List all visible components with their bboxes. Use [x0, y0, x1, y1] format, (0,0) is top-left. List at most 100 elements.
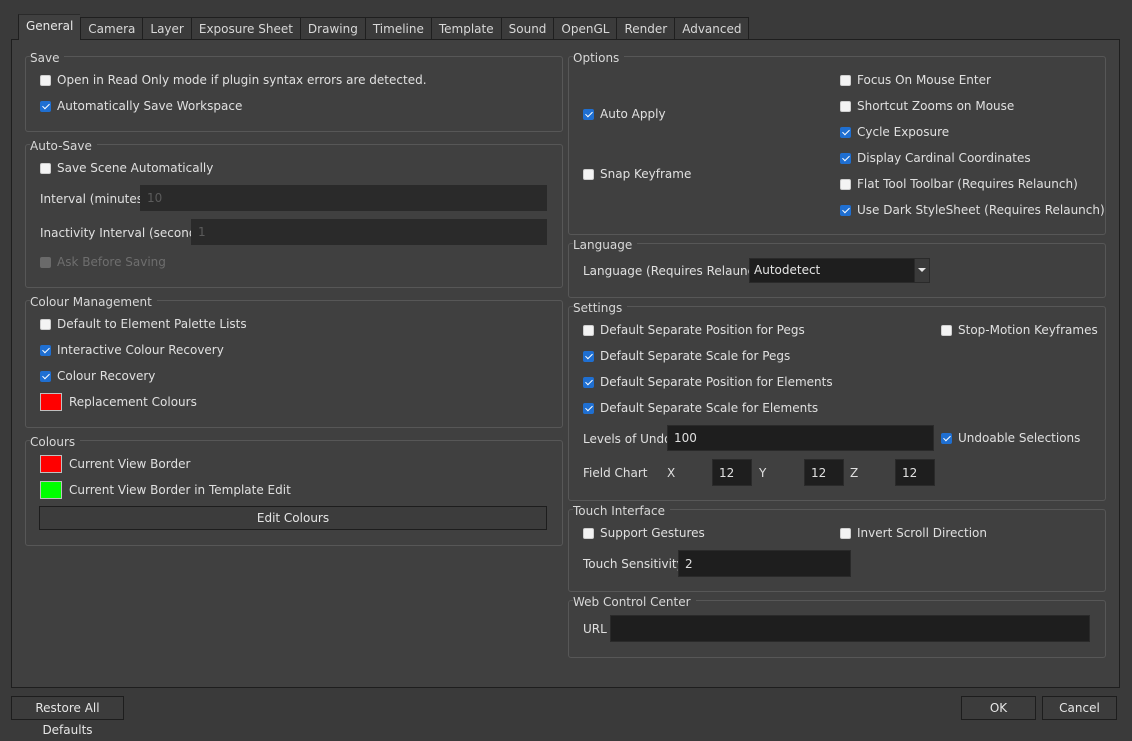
- shortcut-zooms-row[interactable]: Shortcut Zooms on Mouse: [840, 97, 1014, 115]
- sep-pos-pegs-row[interactable]: Default Separate Position for Pegs: [583, 321, 805, 339]
- tab-opengl[interactable]: OpenGL: [553, 17, 617, 40]
- tab-general[interactable]: General: [18, 14, 81, 40]
- stop-motion-label: Stop-Motion Keyframes: [958, 323, 1098, 337]
- tab-layer[interactable]: Layer: [142, 17, 191, 40]
- save-scene-auto-row[interactable]: Save Scene Automatically: [40, 159, 213, 177]
- sep-scale-pegs-checkbox[interactable]: [583, 350, 594, 362]
- tab-camera[interactable]: Camera: [80, 17, 143, 40]
- language-group-title: Language: [573, 238, 638, 252]
- auto-save-workspace-label: Automatically Save Workspace: [57, 99, 243, 113]
- auto-apply-row[interactable]: Auto Apply: [583, 105, 666, 123]
- field-chart-z-input[interactable]: [895, 459, 935, 486]
- auto-save-workspace-checkbox[interactable]: [40, 100, 51, 112]
- ask-before-saving-row[interactable]: Ask Before Saving: [40, 253, 166, 271]
- sep-scale-pegs-row[interactable]: Default Separate Scale for Pegs: [583, 347, 790, 365]
- restore-defaults-button[interactable]: Restore All Defaults: [11, 696, 124, 737]
- read-only-checkbox[interactable]: [40, 74, 51, 86]
- replacement-colour-swatch[interactable]: [40, 393, 62, 411]
- default-palette-label: Default to Element Palette Lists: [57, 317, 247, 331]
- ask-before-saving-checkbox[interactable]: [40, 256, 51, 268]
- save-group: [25, 56, 563, 132]
- interactive-recovery-row[interactable]: Interactive Colour Recovery: [40, 341, 224, 359]
- dark-stylesheet-checkbox[interactable]: [840, 204, 851, 216]
- cardinal-coordinates-label: Display Cardinal Coordinates: [857, 151, 1031, 165]
- ask-before-saving-label: Ask Before Saving: [57, 255, 166, 269]
- view-border-template-row: Current View Border in Template Edit: [40, 481, 291, 499]
- chevron-down-icon[interactable]: [914, 259, 929, 282]
- replacement-colours-row: Replacement Colours: [40, 393, 197, 411]
- sep-scale-elements-checkbox[interactable]: [583, 402, 594, 414]
- tab-advanced[interactable]: Advanced: [674, 17, 750, 40]
- colours-group-title: Colours: [30, 435, 81, 449]
- support-gestures-row[interactable]: Support Gestures: [583, 524, 705, 542]
- view-border-row: Current View Border: [40, 455, 190, 473]
- snap-keyframe-row[interactable]: Snap Keyframe: [583, 165, 691, 183]
- cancel-button[interactable]: Cancel: [1042, 696, 1117, 720]
- support-gestures-checkbox[interactable]: [583, 527, 594, 539]
- tab-sound[interactable]: Sound: [500, 17, 554, 40]
- flat-toolbar-checkbox[interactable]: [840, 178, 851, 190]
- default-palette-checkbox[interactable]: [40, 318, 51, 330]
- language-select[interactable]: Autodetect: [749, 258, 930, 283]
- interval-label: Interval (minutes): [40, 192, 148, 206]
- dark-stylesheet-row[interactable]: Use Dark StyleSheet (Requires Relaunch): [840, 201, 1105, 219]
- inactivity-interval-label: Inactivity Interval (seconds): [40, 226, 208, 240]
- levels-of-undo-input[interactable]: [667, 425, 934, 451]
- sep-pos-elements-checkbox[interactable]: [583, 376, 594, 388]
- ok-button[interactable]: OK: [961, 696, 1036, 720]
- cycle-exposure-checkbox[interactable]: [840, 126, 851, 138]
- sep-scale-elements-row[interactable]: Default Separate Scale for Elements: [583, 399, 818, 417]
- field-chart-z-label: Z: [850, 466, 859, 480]
- edit-colours-button[interactable]: Edit Colours: [39, 506, 547, 530]
- auto-apply-label: Auto Apply: [600, 107, 666, 121]
- inactivity-interval-input[interactable]: [191, 219, 547, 245]
- tab-timeline[interactable]: Timeline: [364, 17, 431, 40]
- focus-mouse-row[interactable]: Focus On Mouse Enter: [840, 71, 991, 89]
- sep-pos-elements-label: Default Separate Position for Elements: [600, 375, 833, 389]
- focus-mouse-label: Focus On Mouse Enter: [857, 73, 991, 87]
- read-only-checkbox-row[interactable]: Open in Read Only mode if plugin syntax …: [40, 71, 427, 89]
- colour-recovery-row[interactable]: Colour Recovery: [40, 367, 155, 385]
- tab-exposure-sheet[interactable]: Exposure Sheet: [190, 17, 300, 40]
- undoable-selections-row[interactable]: Undoable Selections: [941, 429, 1080, 447]
- cycle-exposure-row[interactable]: Cycle Exposure: [840, 123, 949, 141]
- snap-keyframe-checkbox[interactable]: [583, 168, 594, 180]
- field-chart-y-input[interactable]: [804, 459, 844, 486]
- invert-scroll-checkbox[interactable]: [840, 527, 851, 539]
- sep-pos-pegs-checkbox[interactable]: [583, 324, 594, 336]
- dark-stylesheet-label: Use Dark StyleSheet (Requires Relaunch): [857, 203, 1105, 217]
- default-palette-row[interactable]: Default to Element Palette Lists: [40, 315, 247, 333]
- shortcut-zooms-checkbox[interactable]: [840, 100, 851, 112]
- tab-bar: General Camera Layer Exposure Sheet Draw…: [18, 14, 750, 40]
- cardinal-coordinates-checkbox[interactable]: [840, 152, 851, 164]
- save-scene-auto-checkbox[interactable]: [40, 162, 51, 174]
- invert-scroll-row[interactable]: Invert Scroll Direction: [840, 524, 987, 542]
- tab-render[interactable]: Render: [616, 17, 675, 40]
- touch-sensitivity-input[interactable]: [678, 550, 851, 577]
- url-label: URL: [583, 622, 607, 636]
- colour-recovery-checkbox[interactable]: [40, 370, 51, 382]
- cycle-exposure-label: Cycle Exposure: [857, 125, 950, 139]
- save-scene-auto-label: Save Scene Automatically: [57, 161, 214, 175]
- sep-scale-pegs-label: Default Separate Scale for Pegs: [600, 349, 791, 363]
- field-chart-x-input[interactable]: [712, 459, 752, 486]
- interval-input[interactable]: [140, 185, 547, 211]
- url-input[interactable]: [610, 615, 1090, 642]
- view-border-template-swatch[interactable]: [40, 481, 62, 499]
- sep-pos-elements-row[interactable]: Default Separate Position for Elements: [583, 373, 833, 391]
- auto-save-workspace-row[interactable]: Automatically Save Workspace: [40, 97, 242, 115]
- colour-recovery-label: Colour Recovery: [57, 369, 156, 383]
- stop-motion-checkbox[interactable]: [941, 324, 952, 336]
- focus-mouse-checkbox[interactable]: [840, 74, 851, 86]
- cardinal-coordinates-row[interactable]: Display Cardinal Coordinates: [840, 149, 1031, 167]
- flat-toolbar-row[interactable]: Flat Tool Toolbar (Requires Relaunch): [840, 175, 1078, 193]
- touch-interface-title: Touch Interface: [573, 504, 670, 518]
- stop-motion-row[interactable]: Stop-Motion Keyframes: [941, 321, 1098, 339]
- levels-of-undo-label: Levels of Undo: [583, 432, 672, 446]
- view-border-swatch[interactable]: [40, 455, 62, 473]
- tab-drawing[interactable]: Drawing: [299, 17, 365, 40]
- auto-apply-checkbox[interactable]: [583, 108, 594, 120]
- undoable-selections-checkbox[interactable]: [941, 432, 952, 444]
- interactive-recovery-checkbox[interactable]: [40, 344, 51, 356]
- tab-template[interactable]: Template: [430, 17, 501, 40]
